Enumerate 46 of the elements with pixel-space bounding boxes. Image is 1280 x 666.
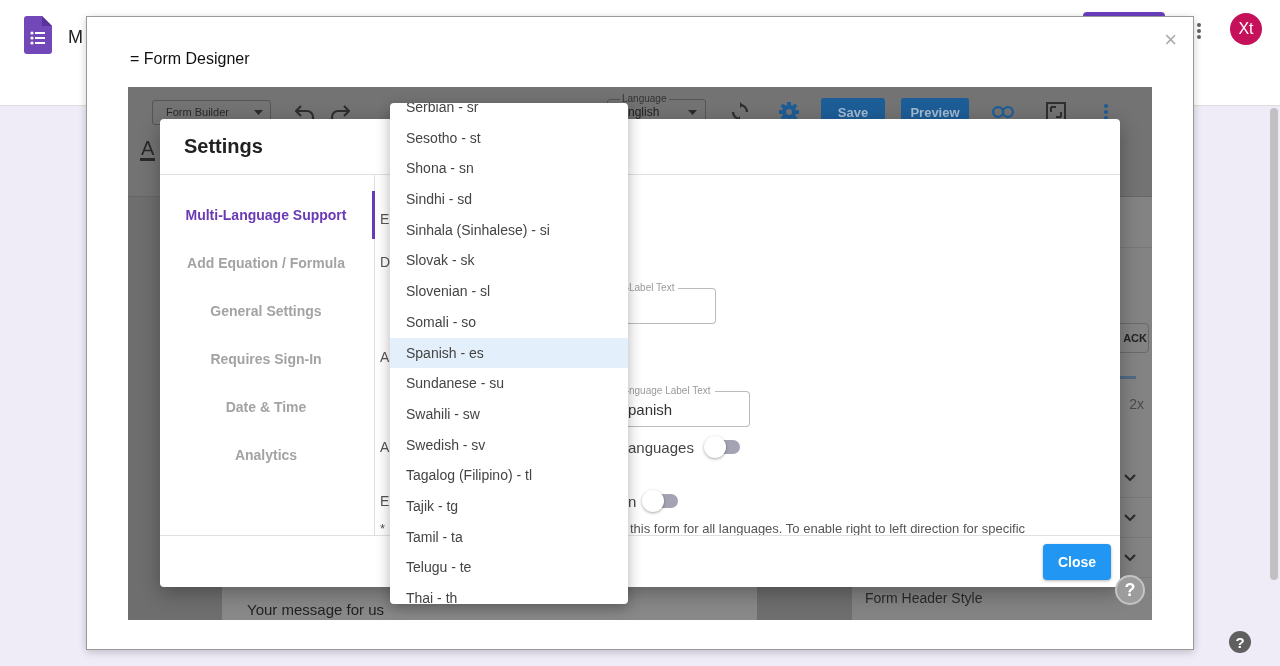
language-option[interactable]: Sesotho - st	[390, 122, 628, 154]
more-icon[interactable]	[1103, 103, 1109, 121]
expand-icon[interactable]	[1046, 102, 1066, 122]
row-label: E	[380, 211, 390, 227]
row-label: A	[380, 439, 390, 455]
app-title: M	[68, 26, 83, 48]
undo-icon[interactable]	[295, 104, 315, 120]
toggle-switch[interactable]	[703, 436, 742, 458]
chevron-icon[interactable]	[1124, 514, 1136, 521]
nav-tab[interactable]: Multi-Language Support	[160, 191, 375, 239]
dialog-title: = Form Designer	[130, 50, 250, 68]
language-option[interactable]: Sinhala (Sinhalese) - si	[390, 214, 628, 246]
toggle-label: anguages	[628, 438, 694, 456]
language-option[interactable]: Slovak - sk	[390, 245, 628, 277]
language-option[interactable]: Sundanese - su	[390, 368, 628, 399]
row-label: E	[380, 493, 390, 509]
avatar[interactable]: Xt	[1230, 13, 1262, 45]
zoom-label: 2x	[1129, 396, 1144, 412]
language-option[interactable]: Somali - so	[390, 306, 628, 338]
scrollbar[interactable]	[1270, 108, 1278, 580]
language-option[interactable]: Slovenian - sl	[390, 276, 628, 307]
chevron-icon[interactable]	[1124, 474, 1136, 481]
language-option[interactable]: Tagalog (Filipino) - tl	[390, 460, 628, 491]
form-text: Your message for us	[247, 601, 386, 618]
caret-icon	[688, 109, 697, 115]
chevron-icon[interactable]	[1124, 554, 1136, 561]
language-option[interactable]: Sindhi - sd	[390, 184, 628, 215]
forms-icon	[24, 16, 52, 54]
language-option[interactable]: Telugu - te	[390, 552, 628, 583]
help-button[interactable]: ?	[1229, 631, 1251, 653]
language-option[interactable]: Spanish - es	[390, 337, 628, 369]
section-label: Form Header Style	[865, 590, 984, 606]
row-label: *	[380, 520, 386, 535]
row-label: D	[380, 254, 391, 270]
language-option[interactable]: Tamil - ta	[390, 521, 628, 553]
language-option[interactable]: Swedish - sv	[390, 429, 628, 461]
language-option[interactable]: Thai - th	[390, 583, 628, 604]
note-text: this form for all languages. To enable right to left direction for specific	[629, 520, 1026, 535]
caret-icon	[254, 109, 263, 115]
row-label: A	[380, 349, 390, 365]
toggle-label: n	[628, 492, 637, 510]
redo-icon[interactable]	[330, 104, 350, 120]
refresh-icon[interactable]	[730, 102, 750, 122]
more-icon[interactable]	[1196, 22, 1202, 40]
language-option[interactable]: Tajik - tg	[390, 490, 628, 522]
language-option[interactable]: Swahili - sw	[390, 398, 628, 430]
